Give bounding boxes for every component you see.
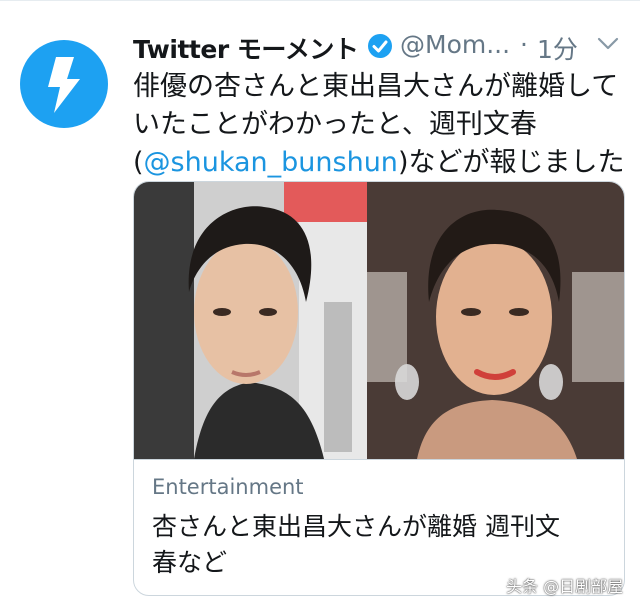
actress-photo	[367, 182, 624, 459]
separator-dot: ·	[520, 30, 528, 59]
tweet-text: 俳優の杏さんと東出昌大さんが離婚して いたことがわかったと、週刊文春 (@shu…	[133, 68, 633, 182]
verified-badge-icon	[368, 34, 392, 58]
moments-avatar[interactable]	[20, 40, 108, 128]
lightning-bolt-icon	[48, 57, 80, 113]
card-divider	[134, 459, 624, 460]
card-title-line: 杏さんと東出昌大さんが離婚 週刊文	[152, 512, 560, 541]
chevron-down-icon[interactable]	[596, 36, 620, 52]
card-image[interactable]	[134, 182, 624, 459]
tweet-header: Twitter モーメント @Mom... · 1分	[133, 26, 633, 66]
tweet-text-line: いたことがわかったと、週刊文春	[133, 109, 537, 140]
author-name[interactable]: Twitter モーメント	[133, 30, 359, 66]
watermark: 头条 @日剧部屋	[506, 577, 624, 596]
tweet-timestamp[interactable]: 1分	[537, 30, 578, 66]
card-title[interactable]: 杏さんと東出昌大さんが離婚 週刊文 春など	[152, 509, 612, 581]
tweet-text-rest: )などが報じました	[397, 147, 625, 178]
author-handle[interactable]: @Mom...	[400, 30, 510, 59]
tweet-text-line: (@shukan_bunshun)などが報じました	[133, 144, 633, 182]
tweet-text-line: 俳優の杏さんと東出昌大さんが離婚して	[133, 71, 619, 102]
actor-photo	[134, 182, 367, 459]
mention-link[interactable]: @shukan_bunshun	[144, 147, 398, 178]
link-card[interactable]: Entertainment 杏さんと東出昌大さんが離婚 週刊文 春など	[133, 181, 625, 596]
paren-open: (	[133, 147, 144, 178]
card-category: Entertainment	[152, 475, 304, 499]
top-divider	[0, 0, 640, 1]
